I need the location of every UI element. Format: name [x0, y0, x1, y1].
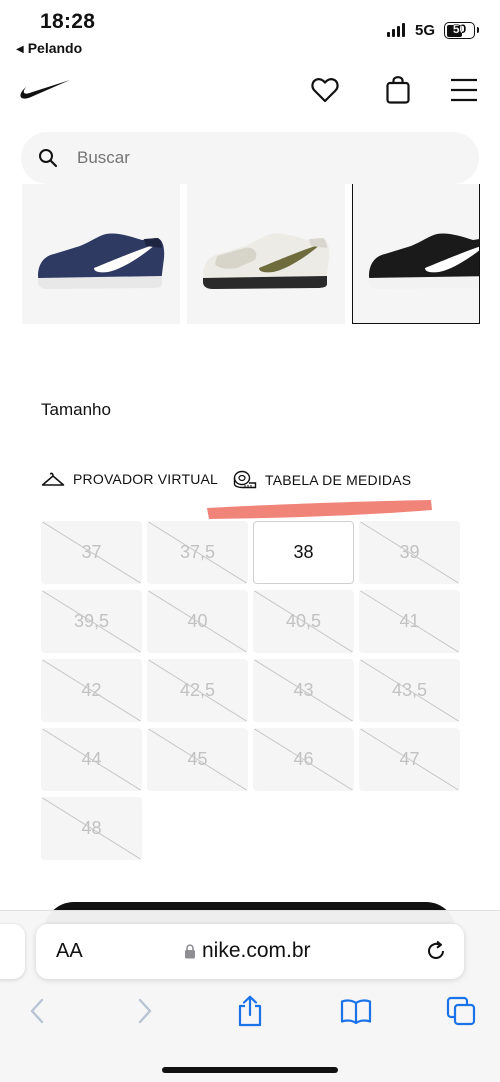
unavailable-strike-icon: [147, 659, 248, 722]
unavailable-strike-icon: [359, 728, 460, 791]
size-option-47[interactable]: 47: [359, 728, 460, 791]
url-text: nike.com.br: [202, 939, 311, 962]
unavailable-strike-icon: [359, 659, 460, 722]
size-option-39[interactable]: 39: [359, 521, 460, 584]
search-bar[interactable]: [21, 132, 479, 184]
size-option-40-5[interactable]: 40,5: [253, 590, 354, 653]
unavailable-strike-icon: [147, 728, 248, 791]
unavailable-strike-icon: [253, 590, 354, 653]
unavailable-strike-icon: [147, 590, 248, 653]
battery-level: 50: [452, 22, 467, 36]
back-triangle-icon: ◀: [16, 44, 24, 55]
size-option-43-5[interactable]: 43,5: [359, 659, 460, 722]
status-time: 18:28: [40, 10, 96, 33]
browser-toolbar: AA nike.com.br: [0, 910, 500, 1082]
size-option-46[interactable]: 46: [253, 728, 354, 791]
unavailable-strike-icon: [41, 797, 142, 860]
virtual-fitting-link[interactable]: PROVADOR VIRTUAL: [41, 470, 218, 488]
size-option-48[interactable]: 48: [41, 797, 142, 860]
size-option-42[interactable]: 42: [41, 659, 142, 722]
aa-label: AA: [56, 940, 83, 962]
size-option-44[interactable]: 44: [41, 728, 142, 791]
size-option-38[interactable]: 38: [253, 521, 354, 584]
nike-logo-icon[interactable]: [18, 78, 72, 102]
virtual-fitting-label: PROVADOR VIRTUAL: [73, 471, 219, 487]
network-type: 5G: [415, 22, 436, 39]
unavailable-strike-icon: [253, 728, 354, 791]
back-to-app-link[interactable]: ◀ Pelando: [16, 40, 82, 56]
previous-tab-preview[interactable]: [0, 924, 25, 979]
unavailable-strike-icon: [41, 521, 142, 584]
unavailable-strike-icon: [253, 659, 354, 722]
colorway-thumbnail-navy[interactable]: [22, 184, 180, 324]
size-option-39-5[interactable]: 39,5: [41, 590, 142, 653]
bookmarks-icon[interactable]: [339, 994, 373, 1028]
address-bar[interactable]: AA nike.com.br: [36, 924, 464, 979]
highlight-annotation: [207, 500, 432, 519]
size-label: 38: [293, 542, 314, 562]
size-option-37-5[interactable]: 37,5: [147, 521, 248, 584]
size-option-43[interactable]: 43: [253, 659, 354, 722]
unavailable-strike-icon: [41, 728, 142, 791]
url-display[interactable]: nike.com.br: [184, 939, 311, 963]
unavailable-strike-icon: [41, 590, 142, 653]
size-option-40[interactable]: 40: [147, 590, 248, 653]
tabs-icon[interactable]: [444, 994, 478, 1028]
back-icon[interactable]: [20, 994, 54, 1028]
home-indicator: [162, 1067, 338, 1073]
unavailable-strike-icon: [359, 521, 460, 584]
size-option-41[interactable]: 41: [359, 590, 460, 653]
size-option-45[interactable]: 45: [147, 728, 248, 791]
battery-icon: 50: [444, 22, 479, 39]
search-input[interactable]: [77, 132, 457, 184]
size-option-37[interactable]: 37: [41, 521, 142, 584]
size-section-title: Tamanho: [41, 400, 111, 419]
size-chart-label: TABELA DE MEDIDAS: [265, 472, 412, 488]
shopping-bag-icon[interactable]: [382, 74, 414, 106]
favorites-heart-icon[interactable]: [309, 74, 341, 106]
colorway-thumbnail-white-olive[interactable]: [187, 184, 345, 324]
reload-icon[interactable]: [424, 939, 448, 963]
colorway-thumbnail-black[interactable]: [352, 184, 480, 324]
share-icon[interactable]: [233, 994, 267, 1028]
back-app-label: Pelando: [27, 40, 83, 56]
hanger-icon: [41, 472, 65, 486]
unavailable-strike-icon: [41, 659, 142, 722]
signal-icon: [387, 23, 405, 37]
size-option-42-5[interactable]: 42,5: [147, 659, 248, 722]
unavailable-strike-icon: [147, 521, 248, 584]
unavailable-strike-icon: [359, 590, 460, 653]
size-chart-link[interactable]: TABELA DE MEDIDAS: [233, 470, 411, 490]
menu-hamburger-icon[interactable]: [448, 74, 480, 106]
shoe-navy-image: [38, 233, 165, 289]
shoe-black-image: [369, 233, 479, 289]
forward-icon[interactable]: [128, 994, 162, 1028]
status-bar: 18:28 ◀ Pelando 5G 50: [0, 0, 500, 60]
shoe-white-olive-image: [203, 233, 330, 289]
lock-icon: [185, 943, 195, 958]
reader-aa-button[interactable]: AA: [56, 940, 83, 963]
search-icon: [39, 149, 58, 168]
measuring-tape-icon: [233, 470, 257, 489]
